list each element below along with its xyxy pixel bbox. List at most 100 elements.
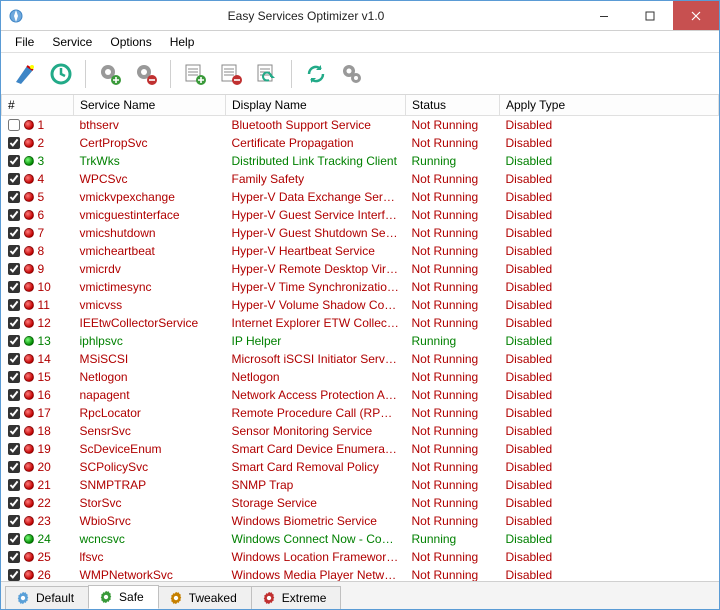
menu-file[interactable]: File <box>7 33 42 51</box>
list-add-button[interactable] <box>179 58 211 90</box>
col-header-display-name[interactable]: Display Name <box>226 95 406 116</box>
row-checkbox[interactable] <box>8 281 20 293</box>
row-checkbox[interactable] <box>8 137 20 149</box>
row-checkbox[interactable] <box>8 227 20 239</box>
col-header-service-name[interactable]: Service Name <box>74 95 226 116</box>
row-number: 7 <box>38 225 45 241</box>
list-refresh-button[interactable] <box>251 58 283 90</box>
table-row[interactable]: 25lfsvcWindows Location Framework S...No… <box>2 548 719 566</box>
tab-tweaked[interactable]: Tweaked <box>158 586 252 609</box>
table-row[interactable]: 5vmickvpexchangeHyper-V Data Exchange Se… <box>2 188 719 206</box>
status-dot-icon <box>24 156 34 166</box>
row-checkbox[interactable] <box>8 191 20 203</box>
table-row[interactable]: 21SNMPTRAPSNMP TrapNot RunningDisabled <box>2 476 719 494</box>
row-checkbox[interactable] <box>8 407 20 419</box>
table-row[interactable]: 18SensrSvcSensor Monitoring ServiceNot R… <box>2 422 719 440</box>
table-row[interactable]: 17RpcLocatorRemote Procedure Call (RPC) … <box>2 404 719 422</box>
col-header-apply-type[interactable]: Apply Type <box>500 95 719 116</box>
services-table-wrap[interactable]: # Service Name Display Name Status Apply… <box>1 95 719 581</box>
row-checkbox[interactable] <box>8 119 20 131</box>
table-row[interactable]: 20SCPolicySvcSmart Card Removal PolicyNo… <box>2 458 719 476</box>
col-header-status[interactable]: Status <box>406 95 500 116</box>
table-row[interactable]: 13iphlpsvcIP HelperRunningDisabled <box>2 332 719 350</box>
tab-extreme[interactable]: Extreme <box>251 586 342 609</box>
list-remove-button[interactable] <box>215 58 247 90</box>
cell-apply-type: Disabled <box>500 404 719 422</box>
table-row[interactable]: 9vmicrdvHyper-V Remote Desktop Virtu...N… <box>2 260 719 278</box>
cell-display-name: IP Helper <box>226 332 406 350</box>
minimize-button[interactable] <box>581 1 627 30</box>
tab-default[interactable]: Default <box>5 586 89 609</box>
row-checkbox[interactable] <box>8 479 20 491</box>
table-row[interactable]: 2CertPropSvcCertificate PropagationNot R… <box>2 134 719 152</box>
close-button[interactable] <box>673 1 719 30</box>
table-row[interactable]: 7vmicshutdownHyper-V Guest Shutdown Serv… <box>2 224 719 242</box>
row-checkbox[interactable] <box>8 551 20 563</box>
gear-remove-button[interactable] <box>130 58 162 90</box>
cell-status: Not Running <box>406 476 500 494</box>
row-checkbox[interactable] <box>8 317 20 329</box>
gear-add-button[interactable] <box>94 58 126 90</box>
row-checkbox[interactable] <box>8 245 20 257</box>
refresh-button[interactable] <box>300 58 332 90</box>
table-row[interactable]: 3TrkWksDistributed Link Tracking ClientR… <box>2 152 719 170</box>
row-checkbox[interactable] <box>8 533 20 545</box>
row-checkbox[interactable] <box>8 443 20 455</box>
menu-help[interactable]: Help <box>162 33 203 51</box>
table-row[interactable]: 24wcncsvcWindows Connect Now - Config...… <box>2 530 719 548</box>
table-row[interactable]: 26WMPNetworkSvcWindows Media Player Netw… <box>2 566 719 581</box>
cell-display-name: SNMP Trap <box>226 476 406 494</box>
row-checkbox[interactable] <box>8 209 20 221</box>
cell-status: Not Running <box>406 404 500 422</box>
cell-service-name: ScDeviceEnum <box>74 440 226 458</box>
table-row[interactable]: 16napagentNetwork Access Protection Agen… <box>2 386 719 404</box>
cell-status: Not Running <box>406 260 500 278</box>
table-row[interactable]: 4WPCSvcFamily SafetyNot RunningDisabled <box>2 170 719 188</box>
cell-service-name: SCPolicySvc <box>74 458 226 476</box>
cell-status: Not Running <box>406 188 500 206</box>
row-checkbox[interactable] <box>8 461 20 473</box>
table-row[interactable]: 1bthservBluetooth Support ServiceNot Run… <box>2 116 719 135</box>
row-checkbox[interactable] <box>8 335 20 347</box>
table-row[interactable]: 14MSiSCSIMicrosoft iSCSI Initiator Servi… <box>2 350 719 368</box>
table-row[interactable]: 8vmicheartbeatHyper-V Heartbeat ServiceN… <box>2 242 719 260</box>
row-checkbox[interactable] <box>8 299 20 311</box>
row-checkbox[interactable] <box>8 371 20 383</box>
row-checkbox[interactable] <box>8 515 20 527</box>
cell-service-name: vmickvpexchange <box>74 188 226 206</box>
row-checkbox[interactable] <box>8 389 20 401</box>
row-checkbox[interactable] <box>8 353 20 365</box>
cell-apply-type: Disabled <box>500 260 719 278</box>
row-checkbox[interactable] <box>8 569 20 581</box>
table-row[interactable]: 23WbioSrvcWindows Biometric ServiceNot R… <box>2 512 719 530</box>
row-checkbox[interactable] <box>8 425 20 437</box>
apply-button[interactable] <box>9 58 41 90</box>
col-header-num[interactable]: # <box>2 95 74 116</box>
row-number: 19 <box>38 441 51 457</box>
menu-options[interactable]: Options <box>102 33 159 51</box>
status-dot-icon <box>24 426 34 436</box>
status-dot-icon <box>24 120 34 130</box>
settings-button[interactable] <box>336 58 368 90</box>
maximize-button[interactable] <box>627 1 673 30</box>
table-row[interactable]: 22StorSvcStorage ServiceNot RunningDisab… <box>2 494 719 512</box>
table-row[interactable]: 19ScDeviceEnumSmart Card Device Enumerat… <box>2 440 719 458</box>
cell-apply-type: Disabled <box>500 242 719 260</box>
row-checkbox[interactable] <box>8 263 20 275</box>
table-row[interactable]: 6vmicguestinterfaceHyper-V Guest Service… <box>2 206 719 224</box>
row-checkbox[interactable] <box>8 497 20 509</box>
table-row[interactable]: 12IEEtwCollectorServiceInternet Explorer… <box>2 314 719 332</box>
table-row[interactable]: 10vmictimesyncHyper-V Time Synchronizati… <box>2 278 719 296</box>
table-row[interactable]: 15NetlogonNetlogonNot RunningDisabled <box>2 368 719 386</box>
tab-safe[interactable]: Safe <box>88 585 159 609</box>
restore-button[interactable] <box>45 58 77 90</box>
row-checkbox[interactable] <box>8 155 20 167</box>
cell-apply-type: Disabled <box>500 458 719 476</box>
row-checkbox[interactable] <box>8 173 20 185</box>
cell-display-name: Windows Location Framework S... <box>226 548 406 566</box>
cell-service-name: iphlpsvc <box>74 332 226 350</box>
cell-status: Not Running <box>406 224 500 242</box>
cell-display-name: Distributed Link Tracking Client <box>226 152 406 170</box>
table-row[interactable]: 11vmicvssHyper-V Volume Shadow Copy ...N… <box>2 296 719 314</box>
menu-service[interactable]: Service <box>44 33 100 51</box>
